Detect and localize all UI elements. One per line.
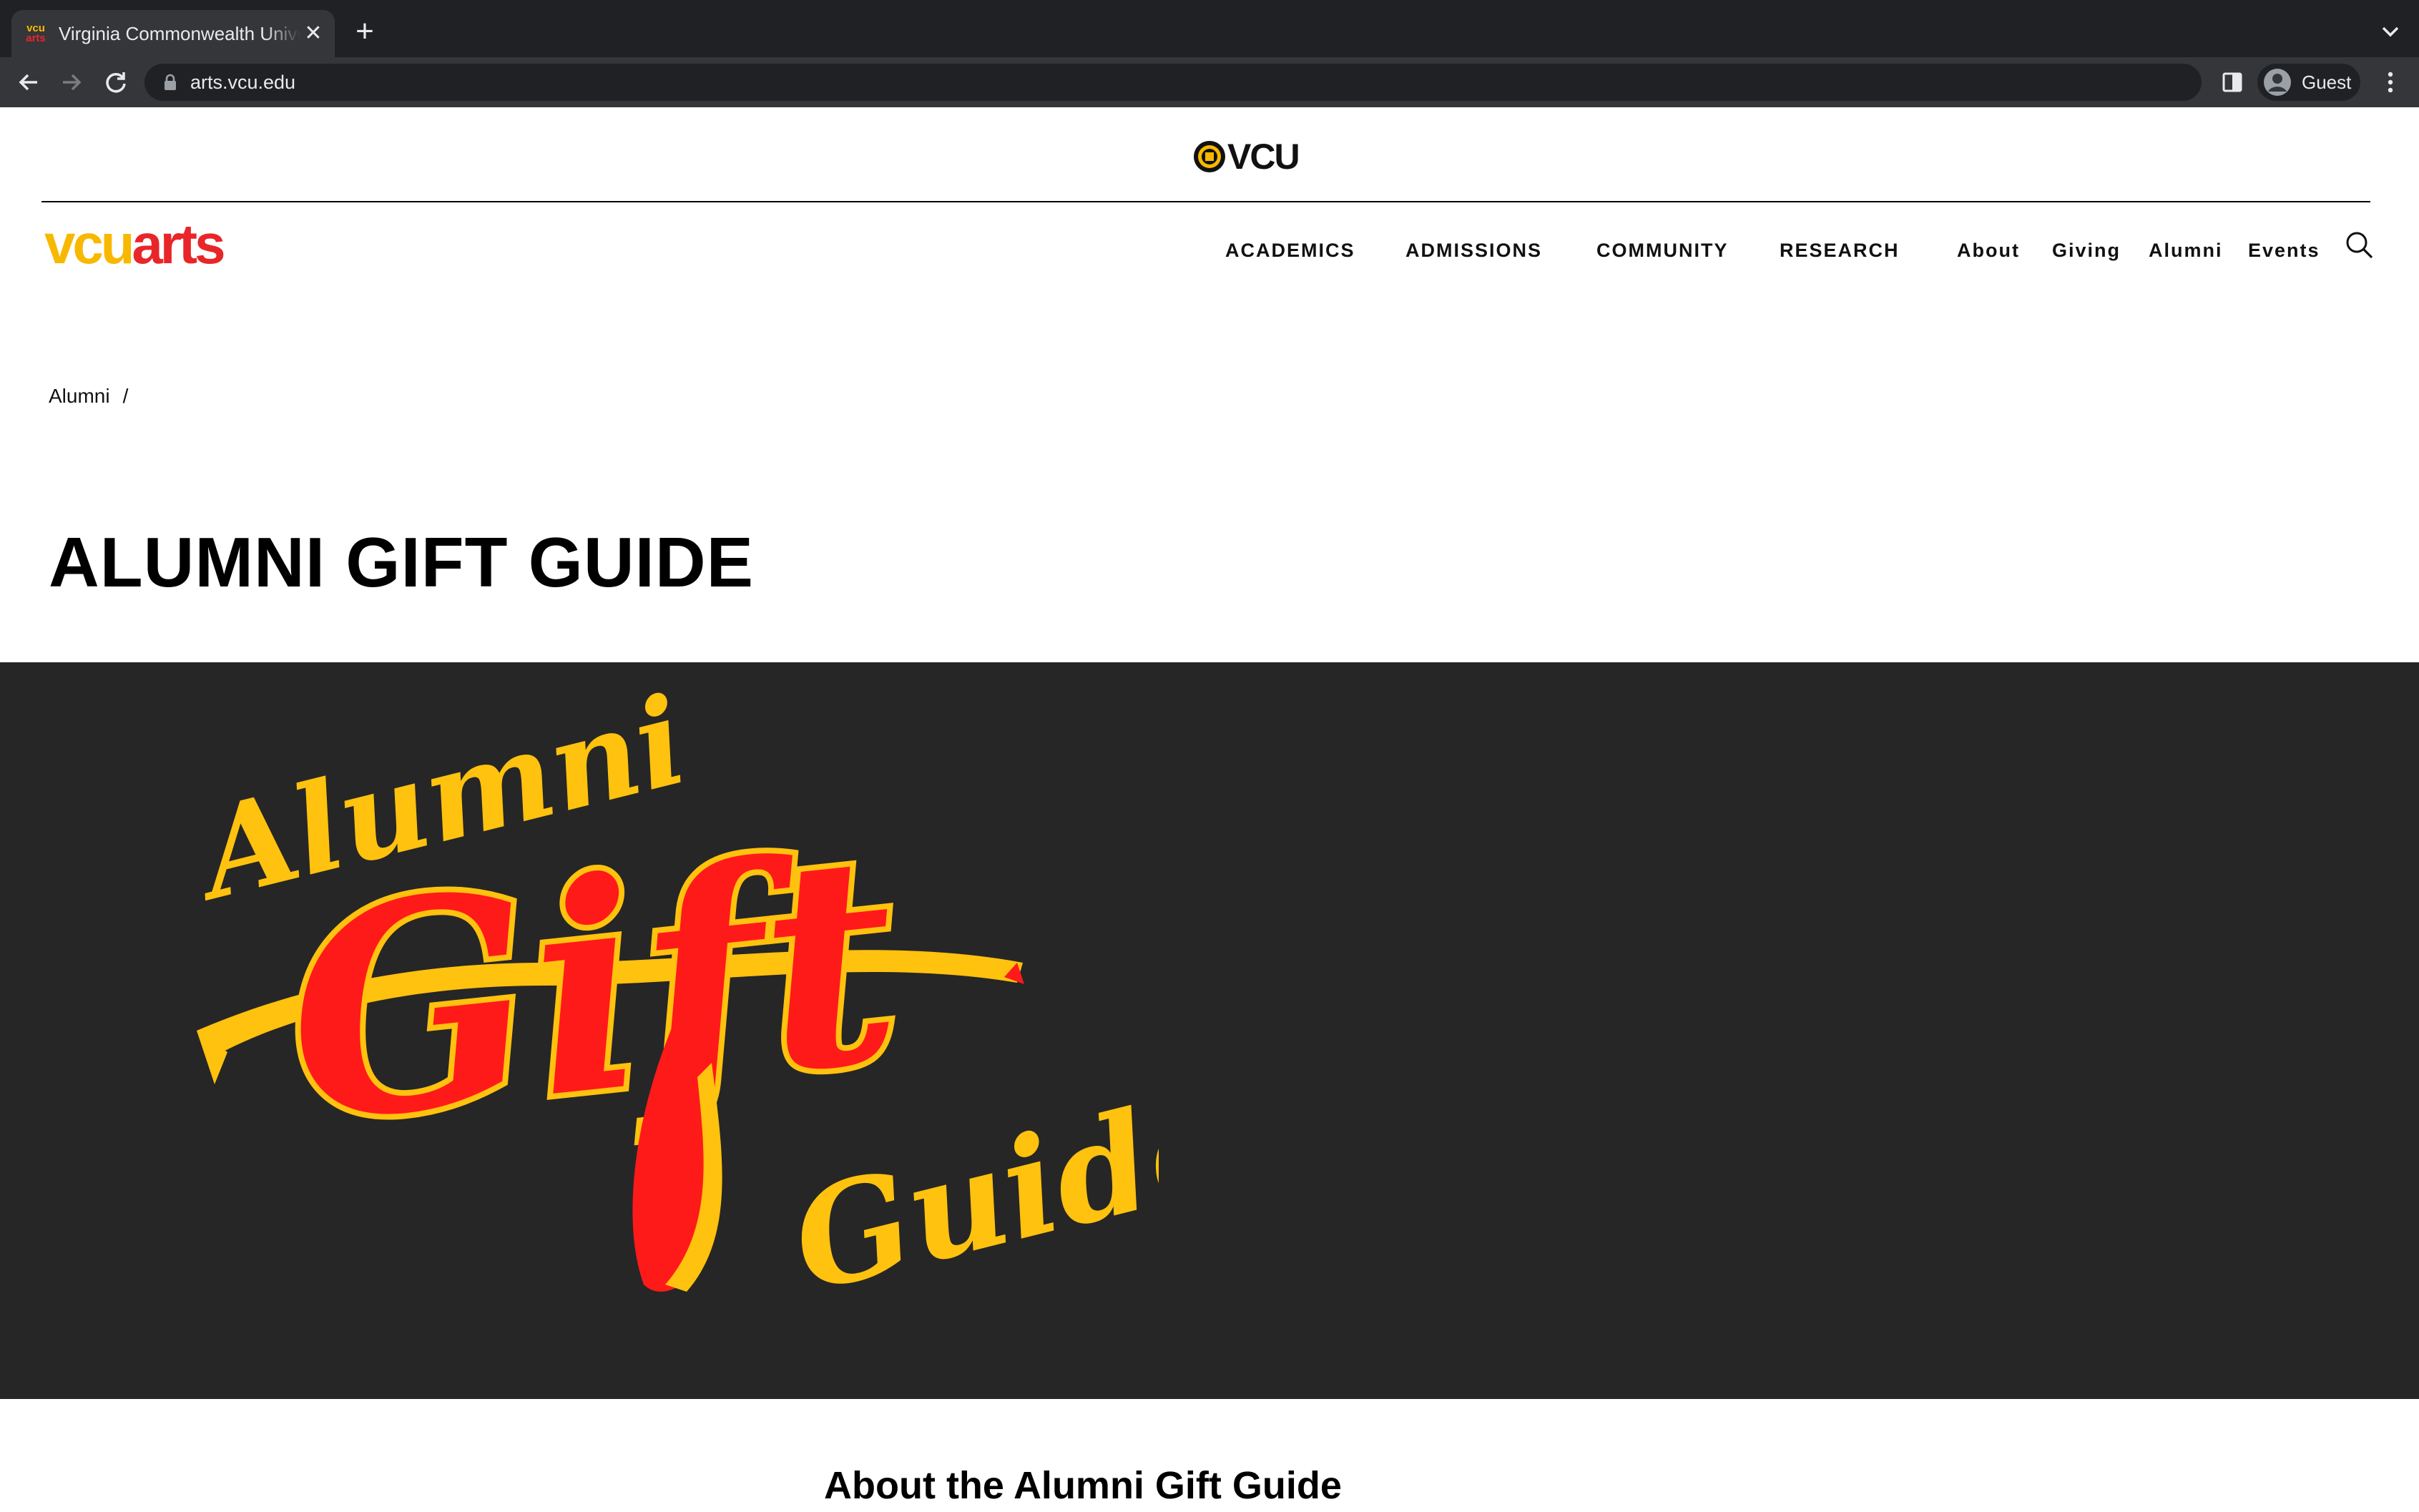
browser-toolbar: arts.vcu.edu Guest <box>0 57 2419 107</box>
alumni-gift-guide-illustration: Alumni Gift Guide <box>177 669 1159 1322</box>
tab-search-chevron-icon[interactable] <box>2376 17 2405 46</box>
close-icon[interactable]: ✕ <box>300 21 326 46</box>
vcu-top-bar: VCU <box>41 107 2370 202</box>
breadcrumb-alumni-link[interactable]: Alumni <box>49 385 110 408</box>
side-panel-icon[interactable] <box>2220 70 2244 94</box>
vcu-logo-link[interactable]: VCU <box>1193 137 1300 177</box>
vcu-seal-icon <box>1194 141 1225 172</box>
browser-tabstrip: vcu arts Virginia Commonwealth Universit… <box>0 0 2419 57</box>
section-heading: About the Alumni Gift Guide <box>824 1464 1342 1507</box>
browser-tab[interactable]: vcu arts Virginia Commonwealth Universit… <box>11 10 335 57</box>
new-tab-button[interactable]: + <box>349 16 381 47</box>
back-arrow-icon[interactable] <box>13 67 44 98</box>
breadcrumb-separator: / <box>122 385 129 407</box>
nav-alumni[interactable]: Alumni <box>2149 240 2223 262</box>
profile-label: Guest <box>2302 71 2352 93</box>
nav-about[interactable]: About <box>1957 240 2020 262</box>
reload-icon[interactable] <box>100 67 132 98</box>
page-title: ALUMNI GIFT GUIDE <box>49 523 755 602</box>
tab-title: Virginia Commonwealth University <box>59 22 300 44</box>
nav-giving[interactable]: Giving <box>2052 240 2121 262</box>
utility-navigation: About Giving Alumni Events <box>0 232 2419 268</box>
favicon-icon: vcu arts <box>26 22 46 44</box>
hero-banner: Alumni Gift Guide <box>0 662 2419 1399</box>
web-page: VCU vcuarts ACADEMICS ADMISSIONS COMMUNI… <box>0 107 2419 1512</box>
avatar-icon <box>2264 69 2291 96</box>
breadcrumb: Alumni / <box>49 385 128 408</box>
address-bar[interactable]: arts.vcu.edu <box>144 64 2202 101</box>
forward-arrow-icon[interactable] <box>56 67 87 98</box>
more-menu-icon[interactable] <box>2376 68 2405 97</box>
hero-word-gift: Gift <box>273 790 913 1187</box>
search-icon[interactable] <box>2343 229 2375 260</box>
profile-button[interactable]: Guest <box>2257 64 2360 101</box>
nav-events[interactable]: Events <box>2248 240 2320 262</box>
lock-icon[interactable] <box>163 74 177 91</box>
vcu-wordmark: VCU <box>1227 137 1300 177</box>
url-text[interactable]: arts.vcu.edu <box>190 64 295 101</box>
